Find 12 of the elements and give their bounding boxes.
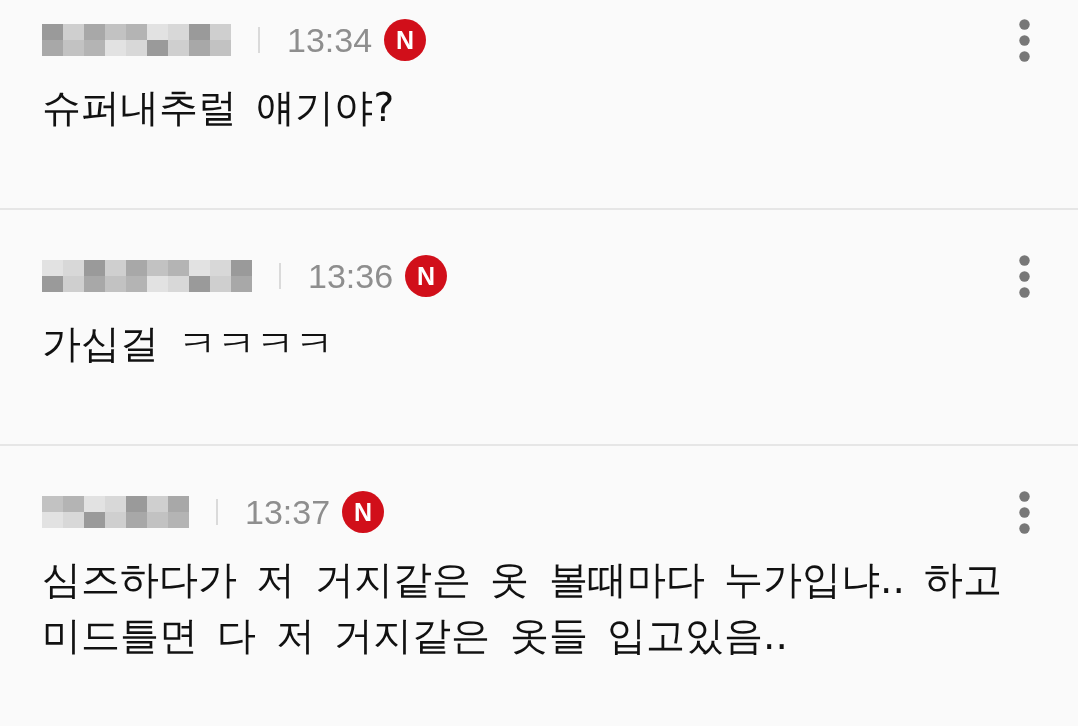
letter-badge: N: [342, 491, 385, 533]
comment-time: 13:36: [308, 256, 394, 296]
vertical-dots-icon: [1019, 18, 1030, 62]
vertical-dots-icon: [1019, 490, 1030, 534]
comment-text: 심즈하다가 저 거지같은 옷 볼때마다 누가입냐.. 하고 미드틀면 다 저 거지같은 옷들 입고있음..: [42, 556, 1004, 660]
comment-text: 가십걸 ㅋㅋㅋㅋ: [42, 320, 336, 368]
comment-time: 13:34: [287, 20, 373, 60]
comment-text: 슈퍼내추럴 얘기야?: [42, 84, 396, 132]
comment-time: 13:37: [245, 492, 331, 532]
vertical-dots-icon: [1019, 254, 1030, 298]
letter-badge: N: [384, 19, 427, 61]
letter-badge: N: [405, 255, 448, 297]
